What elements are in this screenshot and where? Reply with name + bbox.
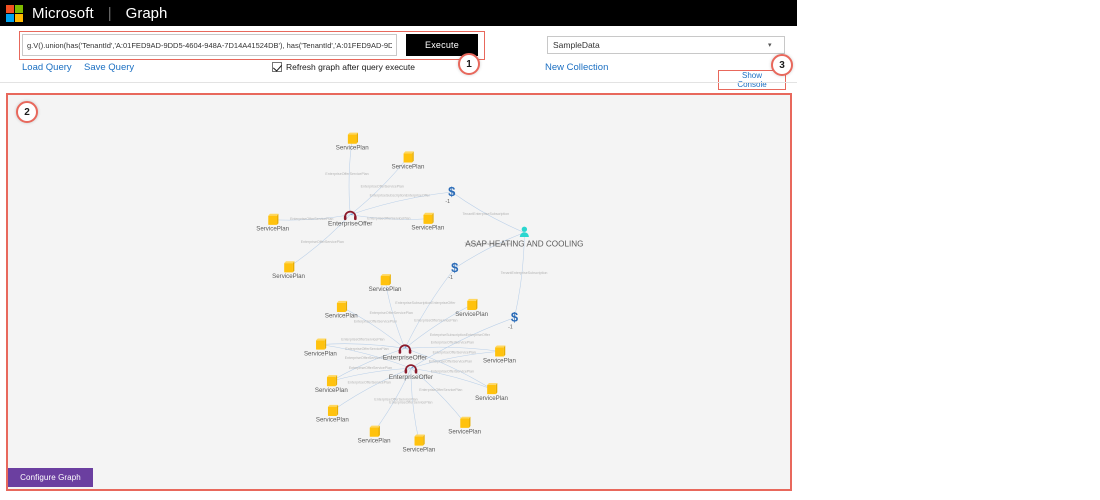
- microsoft-squares-logo-icon: [6, 4, 23, 22]
- graph-node-label: ServicePlan: [369, 286, 402, 293]
- graph-edge-label: EnterpriseOfferServicePlan: [414, 319, 457, 323]
- gremlin-query-input[interactable]: [22, 34, 397, 56]
- graph-edge: [454, 232, 525, 269]
- graph-edge-label: EnterpriseSubscriptionEnterpriseOffer: [370, 193, 431, 197]
- callout-badge-2: 2: [16, 101, 38, 123]
- graph-node-label: ServicePlan: [358, 437, 391, 444]
- graph-canvas[interactable]: EnterpriseOfferServicePlan EnterpriseOffe…: [6, 93, 792, 491]
- graph-edge-label: EnterpriseOfferServicePlan: [419, 388, 462, 392]
- graph-node[interactable]: $-1: [448, 260, 458, 281]
- graph-node-label: ServicePlan: [411, 225, 444, 232]
- graph-edge-label: EnterpriseOfferServicePlan: [325, 172, 368, 176]
- graph-node[interactable]: ServicePlan: [336, 132, 369, 152]
- query-toolbar: Execute: [22, 34, 478, 56]
- graph-node[interactable]: ServicePlan: [475, 383, 509, 402]
- graph-edge-label: TenantEnterpriseSubscription: [462, 212, 509, 216]
- graph-node-label: EnterpriseOffer: [383, 354, 428, 361]
- graph-explorer-page: Microsoft | Graph Execute Load Query Sav…: [0, 0, 1100, 500]
- graph-edge-label: EnterpriseOfferServicePlan: [429, 360, 472, 364]
- graph-node[interactable]: ServicePlan: [369, 274, 402, 293]
- graph-node[interactable]: ServicePlan: [358, 425, 391, 445]
- graph-node-label: ServicePlan: [475, 395, 508, 402]
- graph-edge-label: EnterpriseSubscriptionEnterpriseOffer: [430, 333, 491, 337]
- collection-select[interactable]: SampleData: [547, 36, 785, 54]
- svg-text:$: $: [511, 310, 518, 325]
- graph-edge-label: EnterpriseOfferServicePlan: [290, 217, 333, 221]
- graph-node[interactable]: ServicePlan: [483, 345, 516, 364]
- graph-edge-label: EnterpriseOfferServicePlan: [431, 370, 474, 374]
- graph-nodes-layer[interactable]: ServicePlanServicePlanEnterpriseOfferSer…: [256, 132, 584, 454]
- svg-text:$: $: [451, 260, 458, 275]
- graph-node-label: ServicePlan: [448, 429, 481, 436]
- graph-edge-label: EnterpriseOfferServicePlan: [389, 400, 432, 404]
- graph-node-label: -1: [445, 199, 450, 205]
- configure-graph-button[interactable]: Configure Graph: [8, 468, 93, 487]
- graph-node-label: EnterpriseOffer: [389, 374, 434, 381]
- graph-node[interactable]: ServicePlan: [392, 151, 425, 170]
- save-query-link[interactable]: Save Query: [84, 62, 134, 73]
- graph-edge-label: EnterpriseOfferServicePlan: [349, 366, 392, 370]
- load-query-link[interactable]: Load Query: [22, 62, 72, 73]
- refresh-graph-checkbox-group[interactable]: Refresh graph after query execute: [272, 62, 415, 72]
- graph-edge-label: EnterpriseOfferServicePlan: [370, 311, 413, 315]
- brand-name: Microsoft: [32, 4, 94, 22]
- graph-edge-label: EnterpriseOfferServicePlan: [367, 217, 410, 221]
- graph-node-label: ServicePlan: [256, 226, 289, 233]
- graph-node[interactable]: EnterpriseOffer: [389, 364, 434, 381]
- graph-edge-label: EnterpriseOfferServicePlan: [301, 240, 344, 244]
- graph-edge-label: EnterpriseOfferServicePlan: [361, 185, 404, 189]
- refresh-graph-label: Refresh graph after query execute: [286, 62, 415, 72]
- graph-node-label: ServicePlan: [336, 144, 369, 151]
- callout-badge-3: 3: [771, 54, 793, 76]
- graph-edge-label: EnterpriseSubscriptionEnterpriseOffer: [395, 301, 456, 305]
- graph-node-label: ServicePlan: [272, 273, 305, 280]
- graph-node-label: ServicePlan: [392, 163, 425, 170]
- graph-edge-label: EnterpriseOfferServicePlan: [433, 350, 476, 354]
- graph-visualization[interactable]: EnterpriseOfferServicePlanEnterpriseOffe…: [8, 95, 790, 489]
- graph-node[interactable]: $-1: [445, 184, 455, 205]
- app-name: Graph: [125, 4, 168, 22]
- graph-node-label: ASAP HEATING AND COOLING: [465, 239, 583, 248]
- graph-node[interactable]: ServicePlan: [402, 434, 436, 454]
- graph-edge-label: EnterpriseOfferServicePlan: [345, 347, 388, 351]
- graph-node-label: -1: [508, 325, 513, 331]
- graph-node[interactable]: ServicePlan: [455, 298, 489, 318]
- graph-node[interactable]: ServicePlan: [448, 416, 482, 436]
- show-console-button[interactable]: Show Console: [721, 71, 783, 89]
- graph-node[interactable]: ServicePlan: [325, 300, 358, 320]
- graph-node-label: ServicePlan: [402, 446, 435, 453]
- callout-badge-1: 1: [458, 53, 480, 75]
- graph-edge-label: EnterpriseOfferServicePlan: [431, 340, 474, 344]
- graph-edge-label: EnterpriseOfferServicePlan: [348, 381, 391, 385]
- top-header-bar: Microsoft | Graph: [0, 0, 797, 26]
- graph-edge-label: TenantEnterpriseSubscription: [501, 271, 548, 275]
- graph-node-label: ServicePlan: [316, 417, 349, 424]
- graph-node-label: -1: [448, 275, 453, 281]
- graph-node-label: ServicePlan: [325, 313, 358, 320]
- graph-node[interactable]: ServicePlan: [256, 213, 290, 233]
- graph-node-label: ServicePlan: [315, 387, 348, 394]
- graph-edge-label: EnterpriseOfferServicePlan: [354, 320, 397, 324]
- svg-text:$: $: [448, 184, 455, 199]
- graph-edge-label: EnterpriseOfferServicePlan: [345, 356, 388, 360]
- refresh-graph-checkbox[interactable]: [272, 62, 282, 72]
- graph-node-label: ServicePlan: [304, 350, 337, 357]
- graph-node-label: ServicePlan: [483, 357, 516, 364]
- graph-node[interactable]: ServicePlan: [304, 338, 337, 358]
- graph-edge-label: EnterpriseOfferServicePlan: [341, 337, 384, 341]
- graph-node[interactable]: $-1: [508, 310, 518, 331]
- toolbar-divider: [0, 82, 797, 83]
- graph-node[interactable]: ServicePlan: [272, 261, 306, 280]
- graph-node-label: ServicePlan: [455, 311, 488, 318]
- graph-node-label: EnterpriseOffer: [328, 221, 373, 228]
- graph-node[interactable]: ServicePlan: [316, 404, 349, 424]
- graph-node[interactable]: ServicePlan: [411, 212, 445, 232]
- brand-separator: |: [107, 4, 112, 22]
- new-collection-link[interactable]: New Collection: [545, 62, 608, 73]
